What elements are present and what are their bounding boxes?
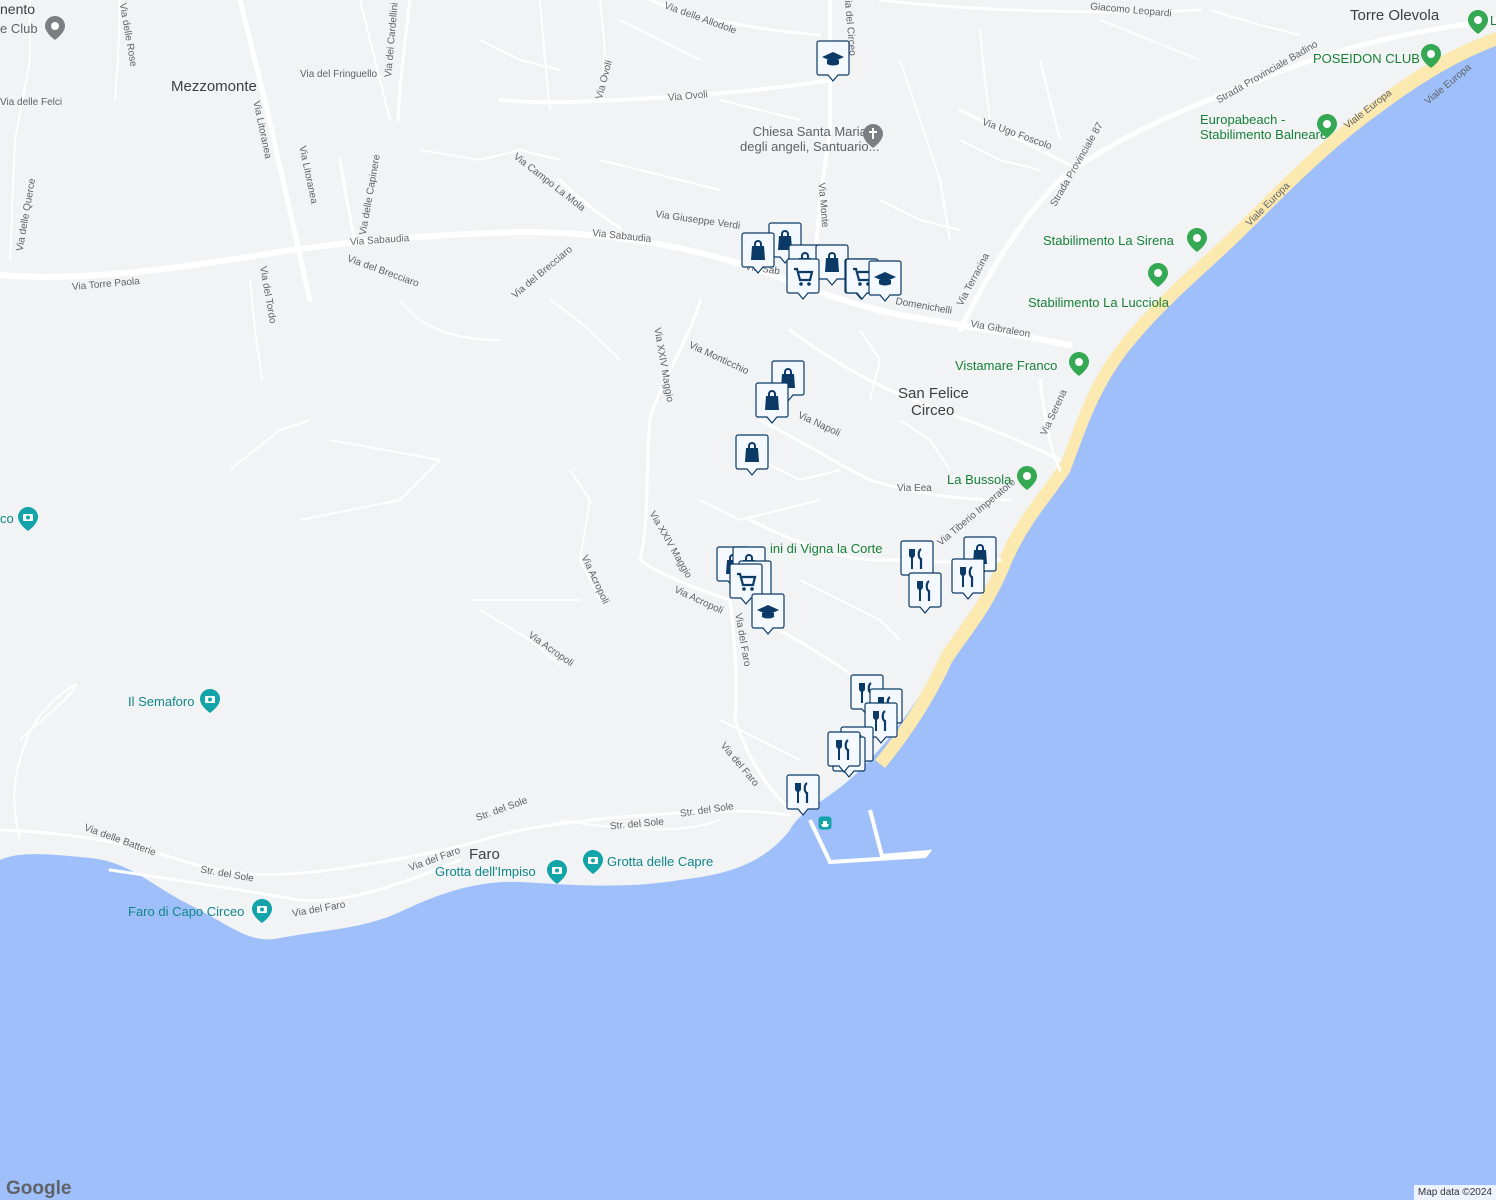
pin-icon[interactable]	[1421, 44, 1441, 68]
google-logo: Google	[6, 1178, 72, 1199]
shopping-marker[interactable]	[735, 434, 769, 476]
town-label-nento: nento	[0, 1, 36, 17]
school-marker[interactable]	[816, 40, 850, 82]
street-label: Via Eea	[897, 483, 932, 494]
restaurant-marker[interactable]	[951, 558, 985, 600]
grocery-icon	[786, 258, 820, 300]
ferry-icon	[818, 816, 832, 830]
pin-icon[interactable]	[1069, 352, 1089, 376]
poi-label-chiesa[interactable]: Chiesa Santa Maria degli angeli, Santuar…	[740, 124, 879, 154]
pin-icon[interactable]	[1017, 466, 1037, 490]
shopping-icon	[735, 434, 769, 476]
sea	[0, 40, 1496, 1200]
town-label-circeo: Circeo	[911, 402, 955, 419]
shopping-marker[interactable]	[755, 382, 789, 424]
restaurant-marker[interactable]	[786, 774, 820, 816]
poi-label-stabilimento-la-lucciola[interactable]: Stabilimento La Lucciola	[1028, 296, 1169, 309]
pin-icon[interactable]	[1148, 263, 1168, 287]
town-label-mezzomonte: Mezzomonte	[171, 78, 257, 95]
poi-label-faro-di-capo-circeo[interactable]: Faro di Capo Circeo	[128, 905, 244, 918]
shopping-icon	[755, 382, 789, 424]
restaurant-icon	[951, 558, 985, 600]
poi-label-vistamare-franco[interactable]: Vistamare Franco	[955, 359, 1057, 372]
shopping-marker[interactable]	[741, 232, 775, 274]
church-icon[interactable]	[863, 124, 883, 148]
ferry-marker[interactable]	[818, 816, 832, 830]
poi-label-il-semaforo[interactable]: Il Semaforo	[128, 695, 194, 708]
poi-label-la-bussola[interactable]: La Bussola	[947, 473, 1011, 486]
poi-label-giardini-vigna-la-corte[interactable]: ini di Vigna la Corte	[770, 542, 883, 555]
pin-icon[interactable]	[1317, 114, 1337, 138]
school-marker[interactable]	[868, 260, 902, 302]
pin-icon[interactable]	[45, 16, 65, 40]
poi-label-grotta-dell-impiso[interactable]: Grotta dell'Impiso	[435, 865, 536, 878]
poi-label-club-nw[interactable]: e Club	[0, 22, 38, 35]
town-label-faro: Faro	[469, 846, 500, 863]
poi-label-grotta-delle-capre[interactable]: Grotta delle Capre	[607, 855, 713, 868]
town-label-san-felice: San Felice	[898, 385, 969, 402]
poi-label-l-ne[interactable]: L	[1490, 14, 1496, 27]
school-marker[interactable]	[751, 593, 785, 635]
school-icon	[816, 40, 850, 82]
street-label: Via del Fringuello	[300, 69, 378, 80]
restaurant-marker[interactable]	[827, 731, 861, 773]
camera-icon[interactable]	[547, 860, 567, 884]
poi-label-stabilimento-la-sirena[interactable]: Stabilimento La Sirena	[1043, 234, 1174, 247]
restaurant-icon	[786, 774, 820, 816]
pin-icon[interactable]	[1187, 228, 1207, 252]
restaurant-icon	[827, 731, 861, 773]
camera-icon[interactable]	[252, 899, 272, 923]
school-icon	[751, 593, 785, 635]
pin-icon[interactable]	[1468, 10, 1488, 34]
school-icon	[868, 260, 902, 302]
poi-label-poseidon-club[interactable]: POSEIDON CLUB	[1313, 52, 1420, 65]
street-label: Via delle Felci	[0, 97, 63, 108]
camera-icon[interactable]	[18, 507, 38, 531]
poi-label-co[interactable]: co	[0, 512, 14, 525]
poi-label-europabeach[interactable]: Europabeach - Stabilimento Balneare	[1200, 112, 1327, 142]
camera-icon[interactable]	[583, 850, 603, 874]
restaurant-icon	[908, 572, 942, 614]
town-label-torre-olevola: Torre Olevola	[1350, 7, 1440, 24]
map-canvas[interactable]: Mezzomonte San Felice Circeo Torre Olevo…	[0, 0, 1496, 1200]
grocery-marker[interactable]	[786, 258, 820, 300]
camera-icon[interactable]	[200, 689, 220, 713]
map-attribution[interactable]: Map data ©2024	[1413, 1185, 1496, 1200]
restaurant-marker[interactable]	[908, 572, 942, 614]
shopping-icon	[741, 232, 775, 274]
